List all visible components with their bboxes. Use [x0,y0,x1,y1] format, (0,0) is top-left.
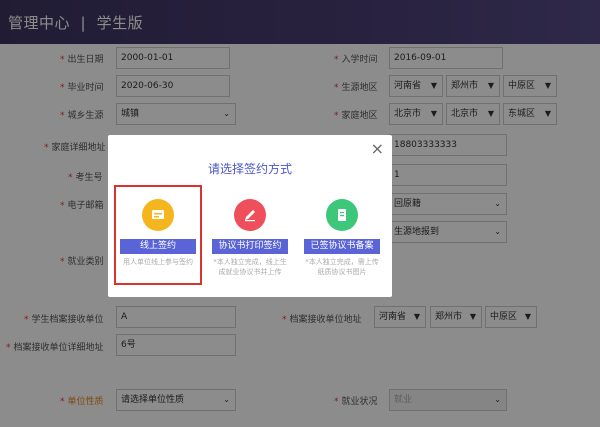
sign-method-dialog: 请选择签约方式 × 线上签约 用人单位线上参与签约 协议书打印签约 *本人独立完… [108,135,392,297]
document-icon [142,199,174,231]
option-description: *本人独立完成，线上生成就业协议书并上传 [213,258,287,276]
option-description: *本人独立完成，需上传纸质协议书图片 [305,258,379,276]
print-sign-button[interactable]: 协议书打印签约 [212,239,288,254]
filed-agreement-button[interactable]: 已签协议书备案 [304,239,380,254]
close-icon[interactable]: × [371,141,384,157]
option-online-sign[interactable]: 线上签约 用人单位线上参与签约 [114,185,202,285]
option-filed-agreement[interactable]: 已签协议书备案 *本人独立完成，需上传纸质协议书图片 [300,187,384,283]
pen-icon [234,199,266,231]
option-print-sign[interactable]: 协议书打印签约 *本人独立完成，线上生成就业协议书并上传 [208,187,292,283]
dialog-title: 请选择签约方式 [207,162,292,176]
option-description: 用人单位线上参与签约 [123,258,193,266]
online-sign-button[interactable]: 线上签约 [120,239,196,254]
file-icon [326,199,358,231]
